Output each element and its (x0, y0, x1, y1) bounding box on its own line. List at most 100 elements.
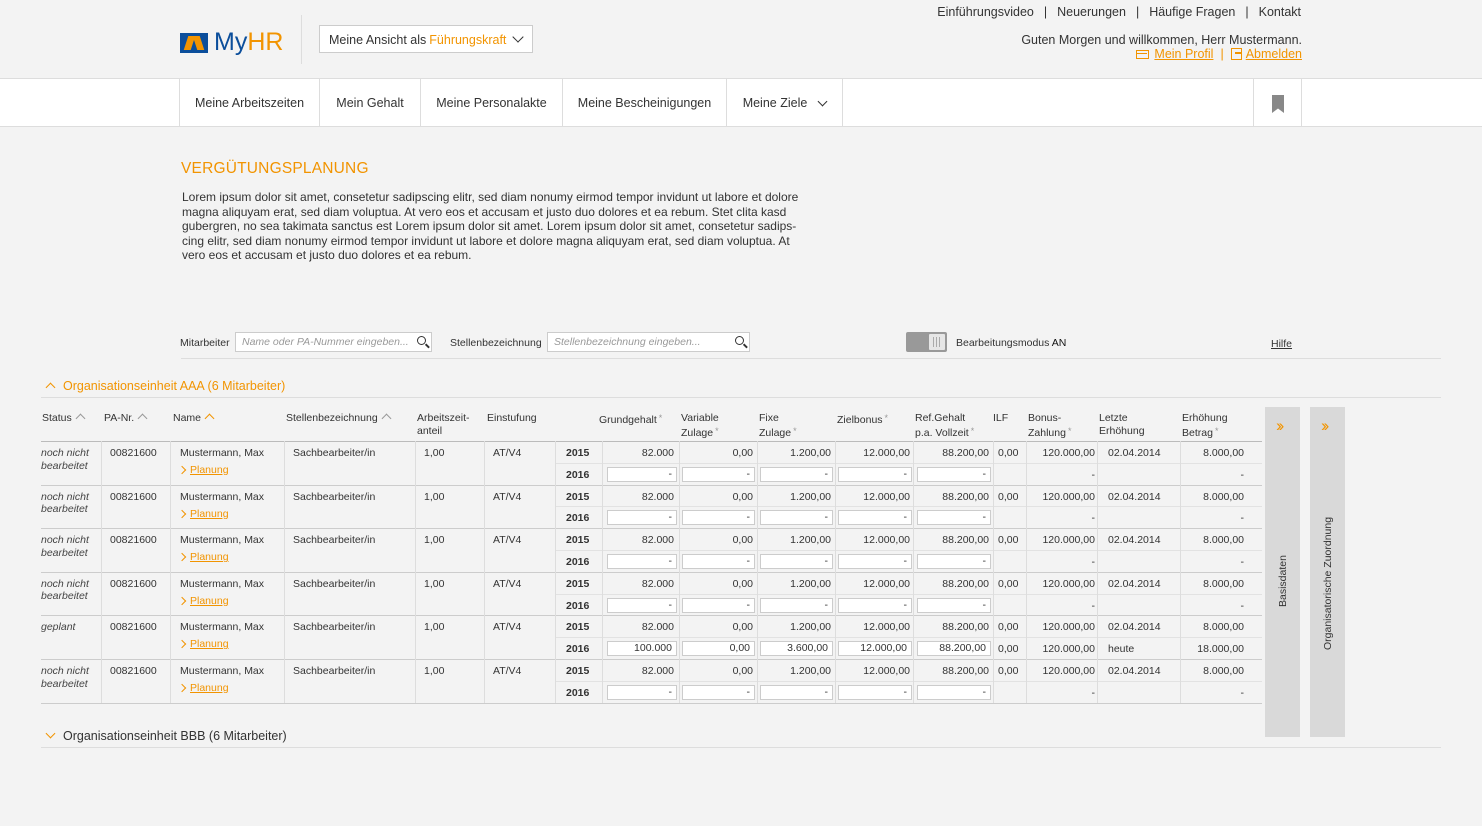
link-contact[interactable]: Kontakt (1259, 5, 1301, 19)
base-cell: 82.000 (641, 490, 674, 503)
planning-link[interactable]: Planung (177, 638, 229, 650)
fix-input[interactable]: - (760, 510, 833, 526)
base-input[interactable]: - (607, 684, 677, 700)
planning-link-label[interactable]: Planung (190, 595, 229, 607)
org-unit-aaa-toggle[interactable]: Organisationseinheit AAA (6 Mitarbeiter) (45, 379, 285, 393)
org-unit-bbb-toggle[interactable]: Organisationseinheit BBB (6 Mitarbeiter) (45, 728, 287, 743)
nav-item-salary[interactable]: Mein Gehalt (320, 79, 421, 127)
side-panel-label: Organisatorische Zuordnung (1322, 516, 1334, 650)
incr-cell: - (1240, 468, 1245, 481)
col-header-pa-nr[interactable]: PA-Nr. (104, 412, 148, 425)
link-intro-video[interactable]: Einführungsvideo (937, 5, 1034, 19)
planning-link[interactable]: Planung (177, 464, 229, 476)
sort-icon[interactable] (381, 413, 392, 424)
fix-input[interactable]: 3.600,00 (760, 641, 833, 657)
var-cell: 0,00 (732, 490, 753, 503)
fix-cell: 1.200,00 (790, 447, 831, 459)
year-cell: 2016 (566, 556, 590, 568)
var-input[interactable]: 0,00 (682, 641, 755, 657)
sort-icon[interactable] (137, 413, 148, 424)
fix-input[interactable]: - (760, 597, 833, 613)
double-chevron-right-icon[interactable]: ›› (1321, 417, 1330, 434)
main-nav: Meine Arbeitszeiten Mein Gehalt Meine Pe… (0, 79, 1482, 127)
my-profile-link[interactable]: Mein Profil (1154, 47, 1213, 61)
nav-item-personnel-file[interactable]: Meine Personalakte (421, 79, 563, 127)
bonus-input[interactable]: - (838, 684, 912, 700)
side-panel-org-assignment[interactable]: ›› Organisatorische Zuordnung (1310, 407, 1345, 737)
planning-link-label[interactable]: Planung (190, 508, 229, 520)
position-search-input[interactable]: Stellenbezeichnung eingeben... (547, 332, 750, 352)
nav-item-working-hours[interactable]: Meine Arbeitszeiten (179, 79, 320, 127)
ref-input[interactable]: 88.200,00 (917, 641, 991, 657)
nav-item-goals[interactable]: Meine Ziele (727, 79, 843, 127)
base-input[interactable]: - (607, 510, 677, 526)
col-label: Betrag (1182, 426, 1213, 439)
var-input[interactable]: - (682, 466, 755, 482)
col-header-name[interactable]: Name (173, 412, 215, 425)
bonus-input[interactable]: - (838, 510, 912, 526)
double-chevron-right-icon[interactable]: ›› (1276, 417, 1285, 434)
row-divider (41, 702, 1262, 704)
var-input[interactable]: - (682, 684, 755, 700)
intro-line: vero eos et accusam et justo duo dolores… (182, 248, 472, 263)
planning-link[interactable]: Planung (177, 551, 229, 563)
col-header-bonus-payment: Bonus- Zahlung * (1028, 412, 1071, 439)
bookmark-button[interactable] (1253, 79, 1302, 127)
planning-link-label[interactable]: Planung (190, 551, 229, 563)
bonus-input[interactable]: - (838, 554, 912, 569)
var-input[interactable]: - (682, 510, 755, 526)
base-input[interactable]: - (607, 554, 677, 569)
view-role-dropdown[interactable]: Meine Ansicht als Führungskraft (319, 25, 533, 53)
nav-item-certificates[interactable]: Meine Bescheinigungen (563, 79, 727, 127)
planning-link[interactable]: Planung (177, 508, 229, 520)
last-cell: 02.04.2014 (1108, 665, 1161, 677)
search-icon[interactable] (735, 336, 744, 345)
planning-link-label[interactable]: Planung (190, 638, 229, 650)
ref-input[interactable]: - (917, 684, 991, 700)
year-row-divider (555, 506, 1262, 508)
chevron-right-icon (177, 465, 187, 475)
employee-search-input[interactable]: Name oder PA-Nummer eingeben... (235, 332, 432, 352)
planning-link-label[interactable]: Planung (190, 464, 229, 476)
base-cell: 82.000 (641, 665, 674, 677)
org-unit-divider (41, 747, 1441, 748)
position-search-placeholder: Stellenbezeichnung eingeben... (554, 336, 701, 348)
fix-input[interactable]: - (760, 554, 833, 569)
fix-input[interactable]: - (760, 684, 833, 700)
link-faq[interactable]: Häufige Fragen (1149, 5, 1235, 19)
ref-input[interactable]: - (917, 597, 991, 613)
planning-link[interactable]: Planung (177, 682, 229, 694)
planning-link[interactable]: Planung (177, 595, 229, 607)
sort-icon-active[interactable] (204, 413, 215, 424)
search-icon[interactable] (417, 336, 426, 345)
planning-link-label[interactable]: Planung (190, 682, 229, 694)
base-input[interactable]: - (607, 466, 677, 482)
logout-link[interactable]: Abmelden (1246, 47, 1302, 61)
bonus-input[interactable]: 12.000,00 (838, 641, 912, 657)
col-header-fixed-allowance: Fixe Zulage * (759, 412, 797, 439)
base-input[interactable]: 100.000 (607, 641, 677, 657)
col-header-position[interactable]: Stellenbezeichnung (286, 412, 392, 425)
year-row-divider (555, 550, 1262, 551)
var-input[interactable]: - (682, 554, 755, 569)
col-header-status[interactable]: Status (42, 412, 86, 425)
fix-input[interactable]: - (760, 466, 833, 482)
var-input[interactable]: - (682, 597, 755, 613)
bonus-input[interactable]: - (838, 597, 912, 613)
side-panel-basisdaten[interactable]: ›› Basisdaten (1265, 407, 1300, 737)
edit-mode-toggle[interactable] (906, 332, 947, 352)
help-link[interactable]: Hilfe (1271, 338, 1292, 350)
ref-input[interactable]: - (917, 554, 991, 569)
bonus-input[interactable]: - (838, 466, 912, 482)
ref-input[interactable]: - (917, 466, 991, 482)
grade-cell: AT/V4 (493, 577, 522, 590)
chevron-right-icon (177, 596, 187, 606)
ref-input[interactable]: - (917, 510, 991, 526)
base-input[interactable]: - (607, 597, 677, 613)
link-news[interactable]: Neuerungen (1057, 5, 1126, 19)
sort-icon[interactable] (75, 413, 86, 424)
column-divider (1097, 441, 1098, 703)
myhr-logo[interactable]: MyHR (180, 28, 283, 57)
edit-mode-label: Bearbeitungsmodus AN (956, 337, 1066, 349)
column-divider (415, 441, 416, 703)
